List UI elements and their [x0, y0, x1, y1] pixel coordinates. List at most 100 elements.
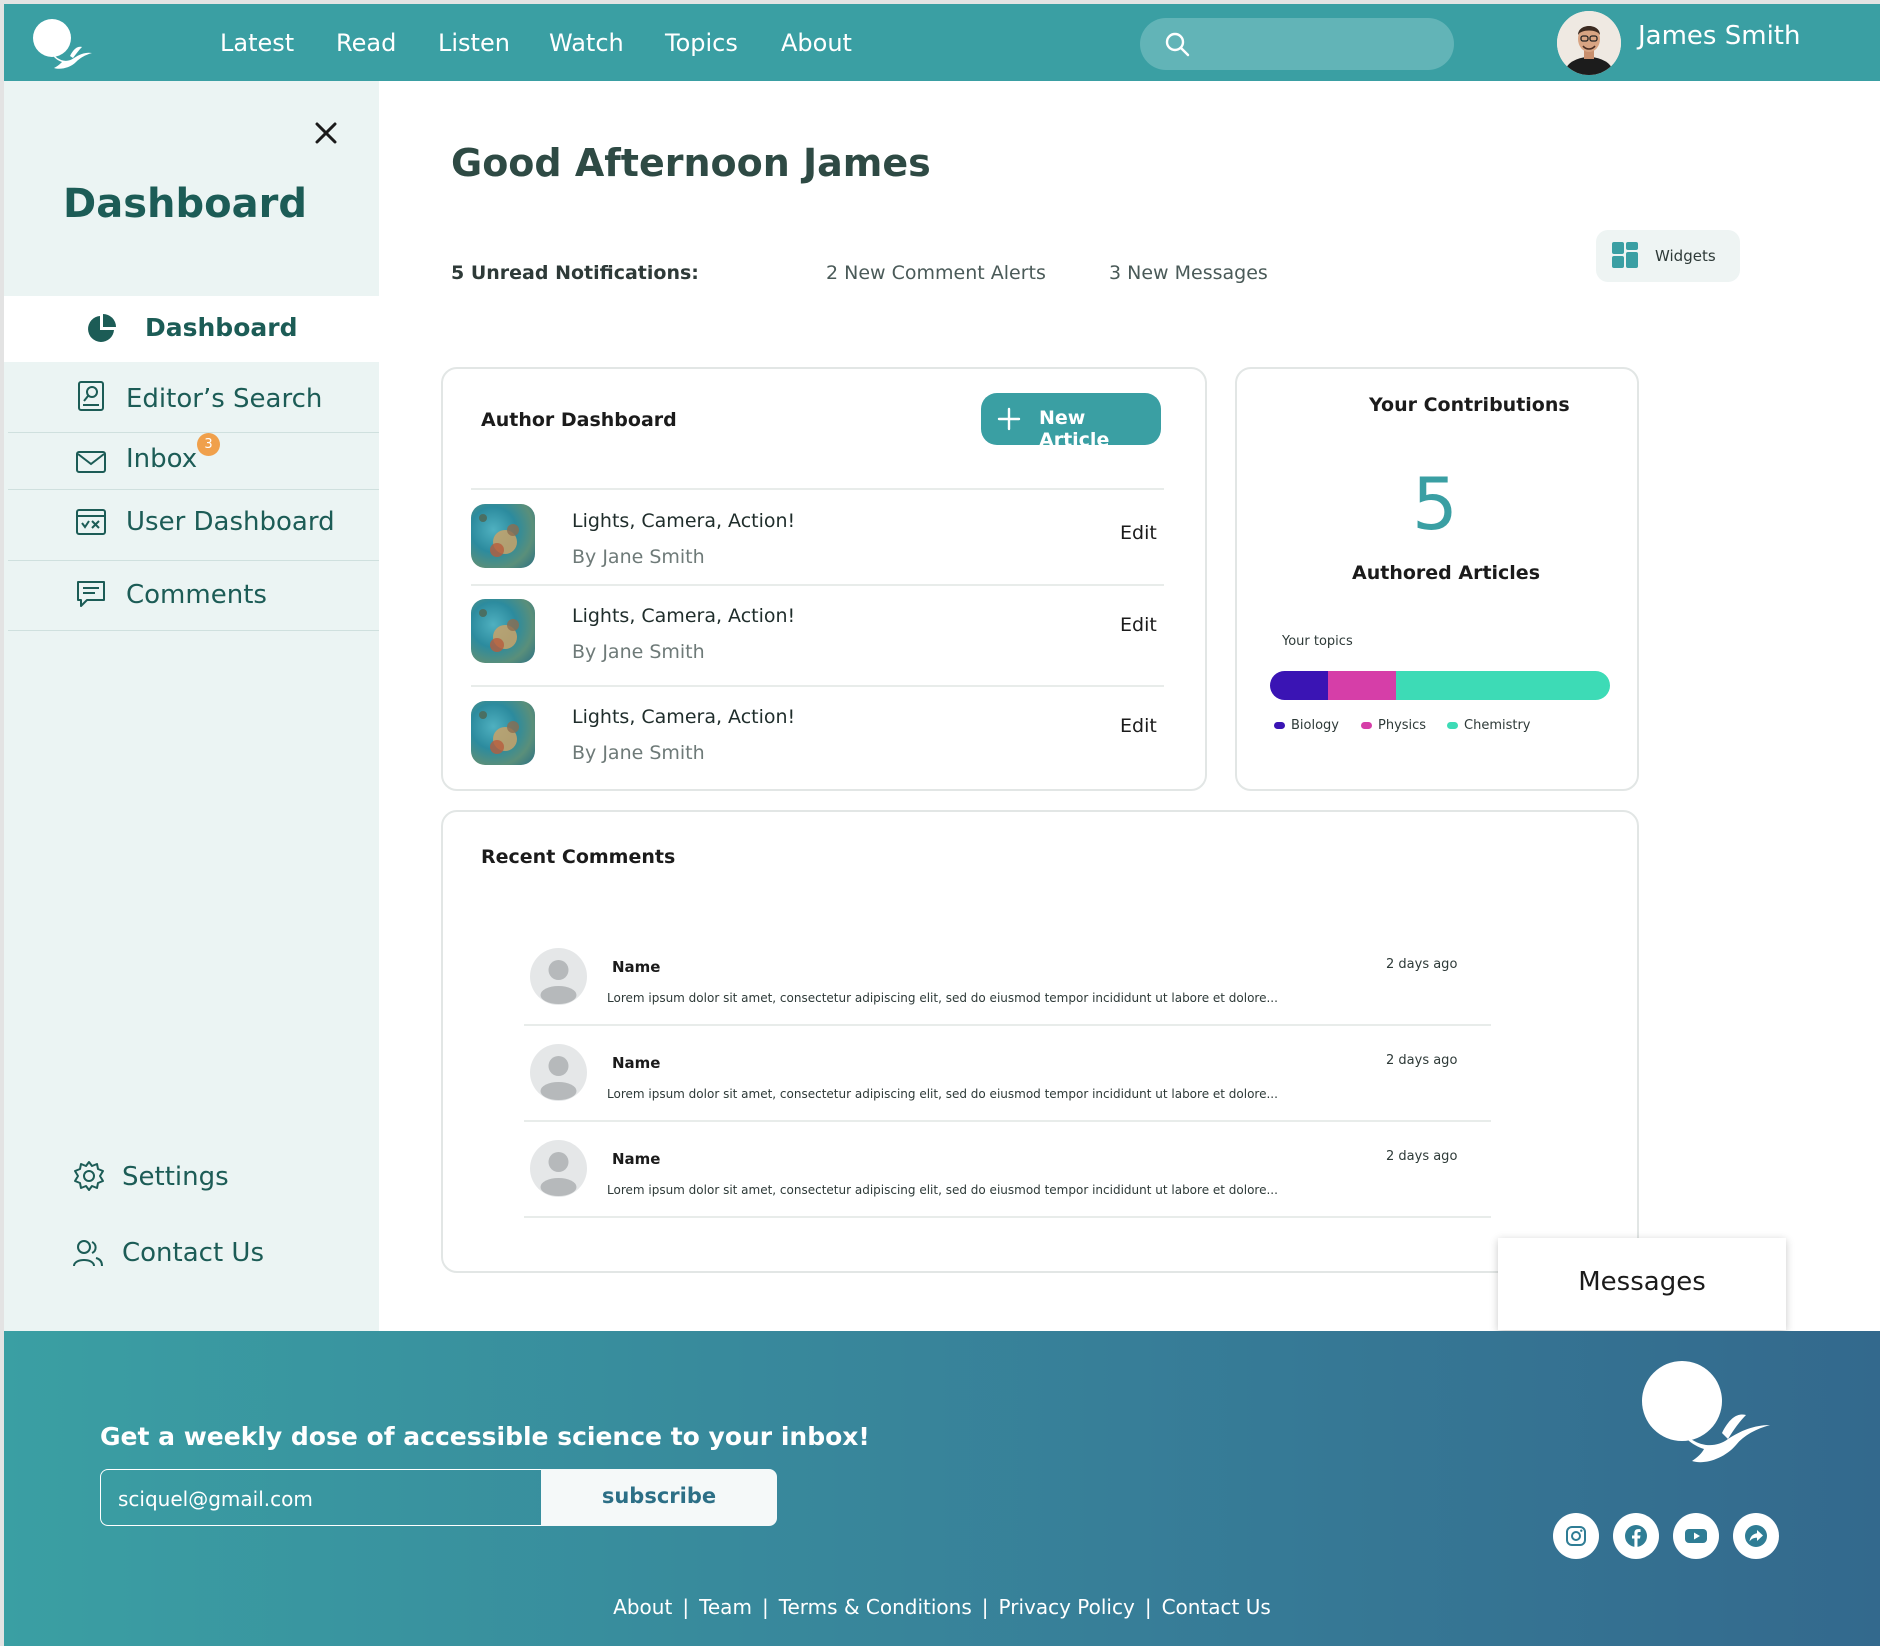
footer-link-team[interactable]: Team	[699, 1595, 752, 1619]
share-button[interactable]	[1733, 1513, 1779, 1559]
document-search-icon	[78, 381, 104, 411]
nav-link-latest[interactable]: Latest	[220, 29, 294, 57]
nav-link-read[interactable]: Read	[336, 29, 396, 57]
sidebar-item-label: Settings	[122, 1162, 229, 1192]
edit-article-button[interactable]: Edit	[1120, 614, 1157, 636]
sidebar-item-inbox[interactable]: Inbox 3	[4, 433, 379, 488]
edit-article-button[interactable]: Edit	[1120, 715, 1157, 737]
comment-text: Lorem ipsum dolor sit amet, consectetur …	[607, 1183, 1278, 1197]
comment-row[interactable]: Name Lorem ipsum dolor sit amet, consect…	[524, 1140, 1491, 1218]
divider	[8, 630, 379, 631]
sidebar-item-label: Inbox	[126, 444, 198, 474]
sidebar-item-comments[interactable]: Comments	[4, 566, 379, 626]
new-article-button[interactable]: New Article	[981, 393, 1161, 451]
youtube-icon	[1685, 1529, 1707, 1543]
commenter-name: Name	[612, 958, 661, 976]
new-messages-link[interactable]: 3 New Messages	[1109, 262, 1268, 284]
commenter-name: Name	[612, 1150, 661, 1168]
footer-link-privacy[interactable]: Privacy Policy	[999, 1595, 1135, 1619]
plus-icon	[997, 407, 1021, 431]
sidebar-item-settings[interactable]: Settings	[4, 1151, 379, 1201]
legend-physics: Physics	[1361, 718, 1426, 733]
widgets-button[interactable]: Widgets	[1596, 230, 1740, 282]
notifications-summary: 5 Unread Notifications:	[451, 262, 699, 284]
footer-link-about[interactable]: About	[613, 1595, 672, 1619]
user-avatar[interactable]	[1557, 11, 1621, 75]
subscribe-label: subscribe	[601, 1484, 717, 1508]
topics-label: Your topics	[1282, 634, 1353, 649]
sidebar-item-editors-search[interactable]: Editor’s Search	[4, 371, 379, 431]
newsletter-email-field[interactable]: sciquel@gmail.com	[100, 1469, 541, 1526]
messages-popup-button[interactable]: Messages	[1498, 1238, 1786, 1330]
instagram-icon	[1566, 1526, 1586, 1546]
app-window: Latest Read Listen Watch Topics About Ja…	[4, 4, 1880, 1646]
subscribe-button[interactable]: subscribe	[541, 1469, 777, 1526]
site-logo[interactable]	[30, 16, 96, 72]
article-thumbnail[interactable]	[471, 504, 535, 568]
thumbnail-art	[479, 711, 519, 754]
divider	[471, 488, 1164, 490]
link-separator: |	[981, 1595, 989, 1619]
footer-link-contact[interactable]: Contact Us	[1162, 1595, 1271, 1619]
footer-link-terms[interactable]: Terms & Conditions	[779, 1595, 972, 1619]
divider	[8, 432, 379, 433]
legend-label: Physics	[1378, 718, 1427, 733]
comment-alerts-link[interactable]: 2 New Comment Alerts	[826, 262, 1046, 284]
user-name[interactable]: James Smith	[1638, 21, 1800, 51]
article-title[interactable]: Lights, Camera, Action!	[572, 605, 795, 627]
legend-swatch	[1274, 722, 1285, 729]
comment-row[interactable]: Name Lorem ipsum dolor sit amet, consect…	[524, 948, 1491, 1026]
nav-link-about[interactable]: About	[781, 29, 852, 57]
topic-segment-chemistry	[1395, 671, 1610, 700]
article-thumbnail[interactable]	[471, 599, 535, 663]
article-title[interactable]: Lights, Camera, Action!	[572, 510, 795, 532]
divider	[524, 1216, 1491, 1218]
sidebar-item-label: Dashboard	[145, 313, 298, 342]
commenter-avatar	[530, 1044, 587, 1101]
search-input[interactable]	[1140, 18, 1454, 70]
divider	[471, 685, 1164, 687]
youtube-button[interactable]	[1673, 1513, 1719, 1559]
person-icon	[540, 1152, 577, 1196]
legend-label: Biology	[1291, 718, 1339, 733]
sidebar-item-label: Contact Us	[122, 1238, 264, 1268]
user-photo	[1557, 11, 1621, 75]
messages-label: Messages	[1578, 1267, 1706, 1297]
thumbnail-art	[479, 609, 519, 652]
sidebar-item-user-dashboard[interactable]: User Dashboard	[4, 493, 379, 553]
link-separator: |	[682, 1595, 690, 1619]
comment-row[interactable]: Name Lorem ipsum dolor sit amet, consect…	[524, 1044, 1491, 1122]
facebook-button[interactable]	[1613, 1513, 1659, 1559]
topic-segment-physics	[1327, 671, 1396, 700]
divider	[524, 1024, 1491, 1026]
sidebar: Dashboard Dashboard Editor’s Search Inbo…	[4, 81, 379, 1331]
legend-swatch	[1361, 722, 1372, 729]
legend-label: Chemistry	[1464, 718, 1531, 733]
close-icon[interactable]	[312, 119, 340, 147]
nav-link-watch[interactable]: Watch	[549, 29, 624, 57]
comment-icon	[77, 581, 105, 607]
article-thumbnail[interactable]	[471, 701, 535, 765]
commenter-avatar	[530, 948, 587, 1005]
instagram-button[interactable]	[1553, 1513, 1599, 1559]
page-title: Good Afternoon James	[451, 141, 931, 185]
sidebar-item-contact-us[interactable]: Contact Us	[4, 1227, 379, 1277]
divider	[8, 489, 379, 490]
edit-article-button[interactable]: Edit	[1120, 522, 1157, 544]
article-title[interactable]: Lights, Camera, Action!	[572, 706, 795, 728]
comment-time: 2 days ago	[1386, 957, 1458, 972]
author-dashboard-title: Author Dashboard	[481, 409, 677, 431]
search-icon	[1165, 32, 1190, 57]
article-row: Lights, Camera, Action! By Jane Smith Ed…	[471, 488, 1164, 586]
sidebar-item-dashboard[interactable]: Dashboard	[4, 296, 379, 362]
commenter-avatar	[530, 1140, 587, 1197]
commenter-name: Name	[612, 1054, 661, 1072]
link-separator: |	[1144, 1595, 1152, 1619]
article-row: Lights, Camera, Action! By Jane Smith Ed…	[471, 685, 1164, 785]
nav-link-topics[interactable]: Topics	[665, 29, 738, 57]
footer-logo[interactable]	[1638, 1359, 1778, 1474]
person-icon	[540, 960, 577, 1004]
new-article-label: New Article	[1039, 407, 1110, 451]
comment-time: 2 days ago	[1386, 1053, 1458, 1068]
nav-link-listen[interactable]: Listen	[438, 29, 510, 57]
